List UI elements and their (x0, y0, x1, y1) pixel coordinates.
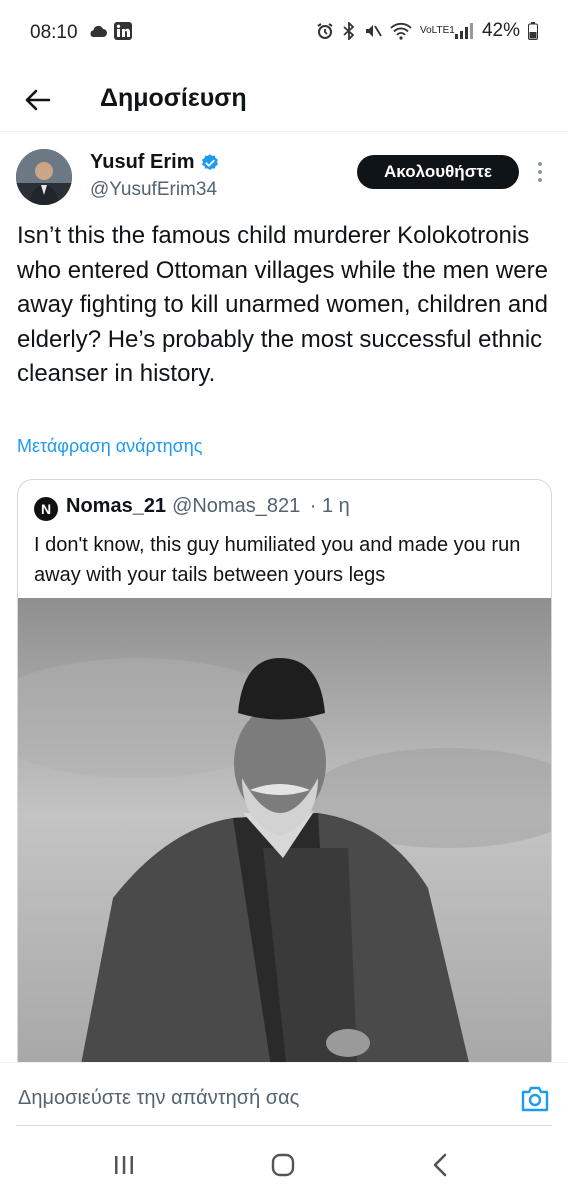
status-time: 08:10 (30, 22, 78, 43)
follow-button[interactable]: Ακολουθήστε (357, 155, 519, 189)
signal-icon (454, 23, 473, 39)
back-button[interactable] (20, 82, 56, 118)
camera-icon[interactable] (520, 1085, 550, 1113)
quote-author-name: Nomas_21 (66, 495, 167, 517)
bluetooth-icon (343, 22, 355, 40)
quote-meta: Nomas_21 @Nomas_821 · 1 η (66, 495, 350, 518)
reply-divider (16, 1125, 552, 1126)
photo-portrait (18, 598, 551, 1078)
author-name-text: Yusuf Erim (90, 151, 195, 173)
cloud-icon (90, 25, 107, 37)
more-dot (538, 162, 542, 166)
more-dot (538, 178, 542, 182)
recent-apps-icon (115, 1156, 133, 1174)
wifi-icon (390, 22, 412, 40)
author-name[interactable]: Yusuf Erim (90, 151, 220, 174)
translate-post-link[interactable]: Μετάφραση ανάρτησης (17, 436, 202, 457)
quote-text: I don't know, this guy humiliated you an… (34, 534, 521, 586)
status-right-icons: VoLTE1 42% (316, 20, 538, 42)
more-dot (538, 170, 542, 174)
recent-apps-button[interactable] (104, 1150, 144, 1180)
reply-input[interactable]: Δημοσιεύστε την απάντησή σας (18, 1087, 299, 1110)
chevron-left-icon (433, 1153, 447, 1177)
battery-icon (528, 22, 538, 40)
more-options-button[interactable] (528, 157, 552, 187)
system-nav-bar (0, 1130, 568, 1199)
verified-badge-icon (202, 153, 219, 170)
author-handle[interactable]: @YusufErim34 (90, 179, 217, 201)
battery-percent: 42% (481, 20, 520, 41)
home-button[interactable] (263, 1150, 303, 1180)
top-app-bar: Δημοσίευση (0, 66, 568, 132)
quote-avatar: N (34, 497, 58, 521)
quote-author-handle: @Nomas_821 (172, 495, 301, 517)
avatar-image (16, 149, 72, 205)
quote-time: · 1 η (309, 495, 350, 517)
mute-icon (365, 25, 382, 37)
author-avatar[interactable] (16, 149, 72, 205)
arrow-left-icon (25, 89, 51, 111)
quoted-post[interactable]: N Nomas_21 @Nomas_821 · 1 η I don't know,… (17, 479, 552, 1079)
home-icon (271, 1153, 295, 1177)
status-bar: 08:10 VoLTE1 42% (0, 0, 568, 66)
post-text: Isn’t this the famous child murderer Kol… (17, 222, 548, 387)
volte-label: VoLTE1 (419, 25, 455, 36)
reply-bar: Δημοσιεύστε την απάντησή σας (0, 1062, 568, 1126)
page-title: Δημοσίευση (100, 84, 247, 112)
linkedin-icon (114, 22, 132, 40)
quote-photo[interactable] (18, 598, 551, 1078)
system-back-button[interactable] (420, 1150, 460, 1180)
alarm-icon (317, 23, 333, 39)
status-left-icons (88, 22, 132, 40)
